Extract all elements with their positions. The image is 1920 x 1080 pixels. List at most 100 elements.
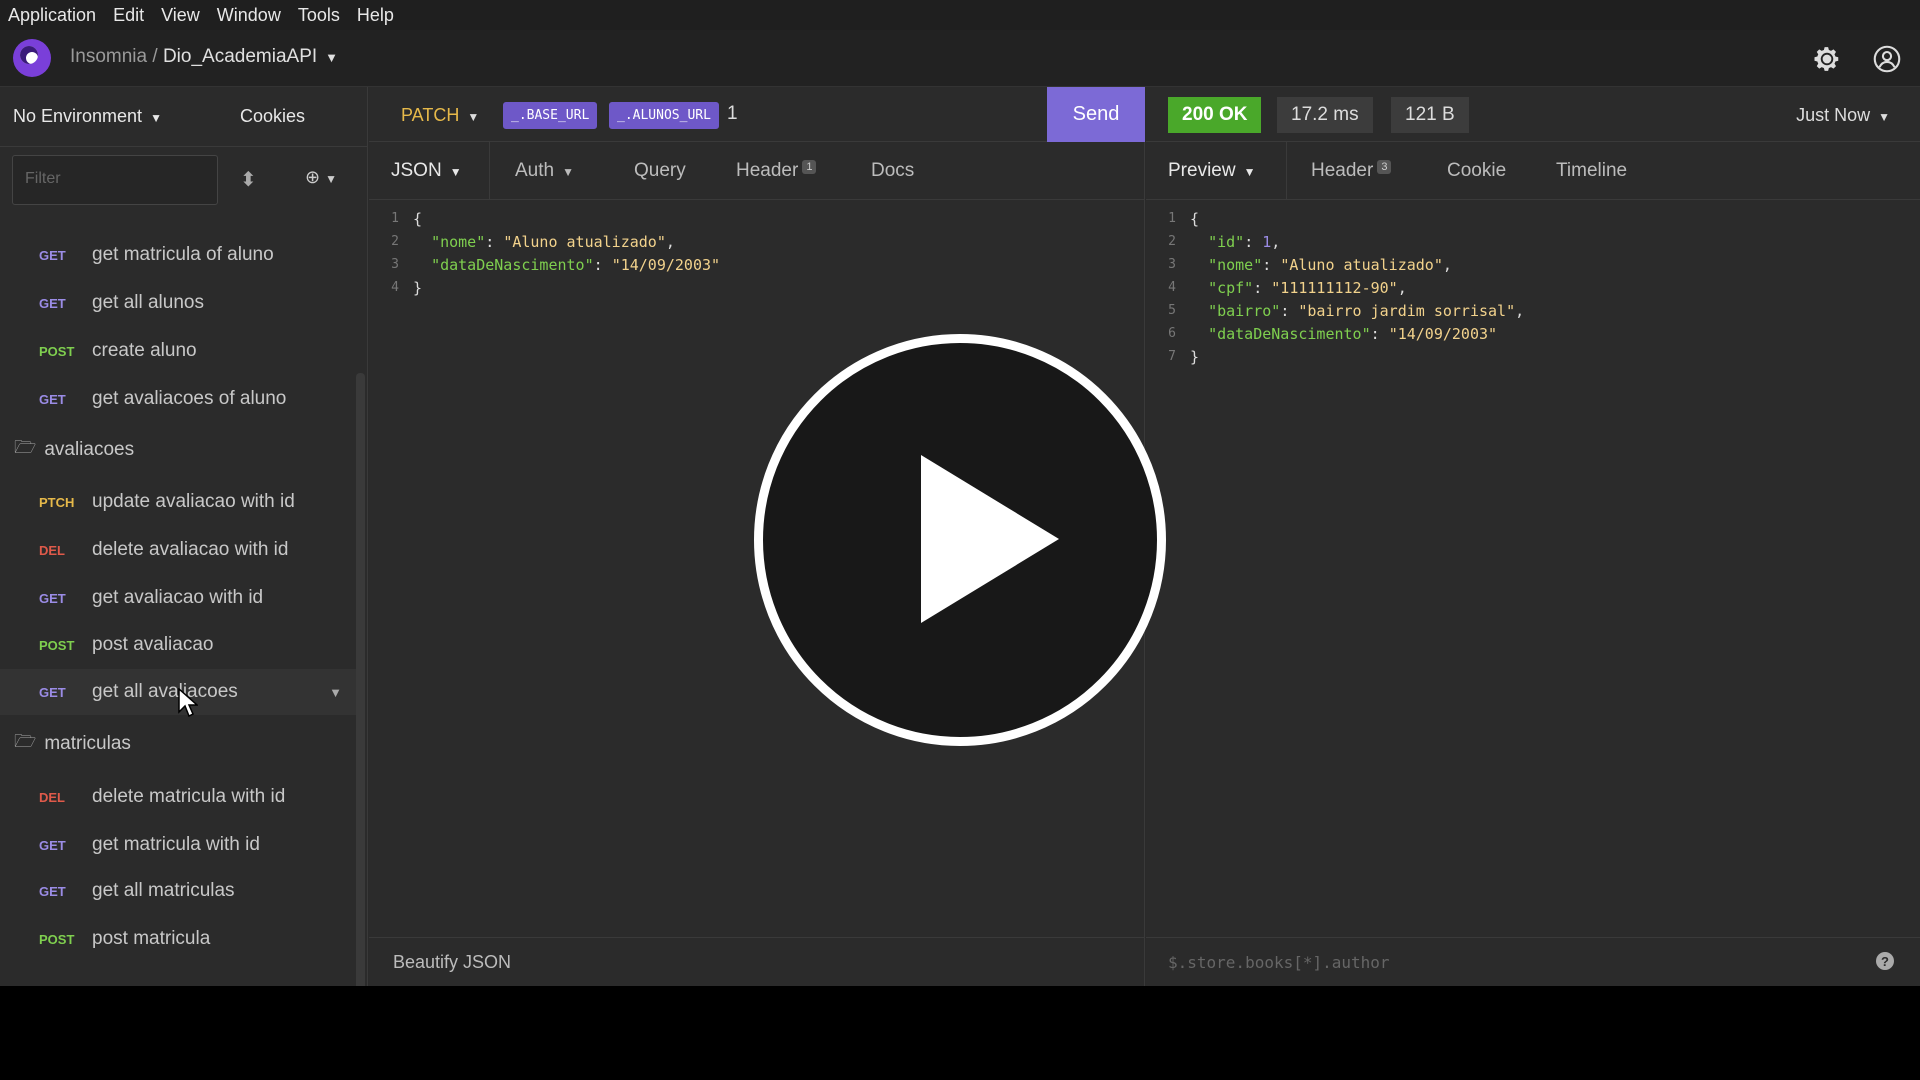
code-token: , — [1271, 232, 1281, 251]
method-badge: PTCH — [39, 494, 75, 510]
menu-view[interactable]: View — [161, 5, 200, 26]
code-token: , — [665, 232, 675, 251]
json-value: "Aluno atualizado" — [503, 232, 666, 251]
json-key: "nome" — [1208, 255, 1263, 274]
sidebar-scrollbar[interactable] — [356, 373, 365, 986]
tab-query[interactable]: Query — [634, 160, 686, 182]
sidebar-request[interactable]: GET get avaliacoes of aluno — [0, 376, 356, 422]
menu-help[interactable]: Help — [357, 5, 394, 26]
response-filter-input[interactable]: $.store.books[*].author — [1146, 937, 1920, 986]
code-line: 5 "bairro": "bairro jardim sorrisal", — [1146, 299, 1524, 322]
line-number: 3 — [1168, 257, 1176, 272]
tab-auth[interactable]: Auth ▼ — [515, 160, 574, 182]
response-pane: 200 OK 17.2 ms 121 B Just Now ▼ Preview ▼ … — [1146, 87, 1920, 986]
sidebar-request[interactable]: GET get all matriculas — [0, 868, 356, 914]
tab-preview[interactable]: Preview ▼ — [1168, 160, 1255, 182]
response-body-viewer[interactable]: 1{ 2 "id": 1, 3 "nome": "Aluno atualizad… — [1146, 207, 1524, 368]
menu-application[interactable]: Application — [8, 5, 96, 26]
method-badge: GET — [39, 684, 66, 700]
sidebar-request[interactable]: GET get matricula with id — [0, 822, 356, 868]
folder-label: avaliacoes — [44, 439, 135, 460]
filter-input[interactable]: Filter — [12, 155, 218, 205]
send-button[interactable]: Send — [1047, 87, 1145, 142]
json-value: 1 — [1262, 232, 1272, 251]
line-number: 1 — [391, 211, 399, 226]
line-number: 6 — [1168, 326, 1176, 341]
tab-docs[interactable]: Docs — [871, 160, 914, 182]
chevron-down-icon: ▼ — [449, 165, 462, 179]
help-icon[interactable]: ? — [1876, 952, 1894, 970]
sidebar-request[interactable]: DEL delete avaliacao with id — [0, 527, 356, 573]
chevron-down-icon[interactable]: ▼ — [329, 685, 342, 700]
response-history-selector[interactable]: Just Now ▼ — [1796, 105, 1890, 126]
request-name: delete matricula with id — [92, 786, 286, 807]
code-line: 4} — [369, 276, 720, 299]
user-icon[interactable] — [1869, 41, 1905, 77]
sidebar-request[interactable]: PTCH update avaliacao with id — [0, 479, 356, 525]
menu-tools[interactable]: Tools — [298, 5, 340, 26]
request-tabs: JSON ▼ Auth ▼ Query Header 1 Docs — [369, 142, 1145, 200]
sidebar-request[interactable]: GET get avaliacao with id — [0, 575, 356, 621]
request-name: get all avaliacoes — [92, 681, 238, 702]
code-line: 2 "nome": "Aluno atualizado", — [369, 230, 720, 253]
header-count-badge: 3 — [1377, 160, 1392, 174]
sidebar-request[interactable]: POST create aluno — [0, 328, 356, 374]
sidebar-request[interactable]: POST post matricula — [0, 916, 356, 962]
line-number: 3 — [391, 257, 399, 272]
add-request-icon[interactable]: ⊕ ▼ — [305, 167, 337, 188]
folder-avaliacoes[interactable]: 🗁 avaliacoes — [14, 430, 134, 470]
method-badge: POST — [39, 343, 75, 359]
beautify-json-button[interactable]: Beautify JSON — [369, 937, 1145, 986]
json-value: "14/09/2003" — [611, 255, 721, 274]
code-token: , — [1515, 301, 1525, 320]
response-status-bar: 200 OK 17.2 ms 121 B Just Now ▼ — [1146, 87, 1920, 142]
sort-icon[interactable]: ⬍ — [240, 167, 257, 192]
request-name: get all matriculas — [92, 880, 235, 901]
tab-cookie[interactable]: Cookie — [1447, 160, 1506, 182]
line-number: 4 — [1168, 280, 1176, 295]
code-line: 1{ — [369, 207, 720, 230]
insomnia-logo-icon[interactable] — [13, 39, 51, 77]
code-line: 3 "dataDeNascimento": "14/09/2003" — [369, 253, 720, 276]
sidebar-request[interactable]: GET get matricula of aluno — [0, 232, 356, 278]
code-token: { — [1190, 209, 1200, 228]
url-variable-tag[interactable]: _.BASE_URL — [503, 102, 598, 129]
request-name: update avaliacao with id — [92, 491, 295, 512]
cookies-button[interactable]: Cookies — [240, 106, 305, 127]
environment-selector[interactable]: No Environment ▼ — [13, 106, 162, 127]
sidebar-request[interactable]: POST post avaliacao — [0, 622, 356, 668]
breadcrumb-app[interactable]: Insomnia — [70, 46, 147, 67]
sidebar: No Environment ▼ Cookies Filter ⬍ ⊕ ▼ GET… — [0, 87, 368, 986]
url-variable-tag[interactable]: _.ALUNOS_URL — [609, 102, 719, 129]
method-selector[interactable]: PATCH ▼ — [401, 105, 479, 126]
url-input-suffix[interactable]: 1 — [727, 103, 738, 125]
menu-edit[interactable]: Edit — [113, 5, 144, 26]
app-header: Insomnia / Dio_AcademiaAPI ▼ — [0, 30, 1920, 87]
folder-icon: 🗁 — [14, 731, 37, 751]
tab-body-json[interactable]: JSON ▼ — [391, 160, 462, 182]
breadcrumb: Insomnia / Dio_AcademiaAPI ▼ — [70, 46, 338, 68]
header-count-badge: 1 — [802, 160, 817, 174]
response-size-badge: 121 B — [1391, 97, 1469, 133]
tab-timeline[interactable]: Timeline — [1556, 160, 1627, 182]
sidebar-request[interactable]: GET get all alunos — [0, 280, 356, 326]
request-body-editor[interactable]: 1{ 2 "nome": "Aluno atualizado", 3 "data… — [369, 207, 720, 299]
method-badge: GET — [39, 295, 66, 311]
chevron-down-icon[interactable]: ▼ — [325, 50, 338, 65]
request-name: get avaliacao with id — [92, 587, 264, 608]
folder-matriculas[interactable]: 🗁 matriculas — [14, 724, 131, 764]
json-key: "cpf" — [1208, 278, 1254, 297]
breadcrumb-project[interactable]: Dio_AcademiaAPI — [163, 46, 317, 67]
menu-window[interactable]: Window — [217, 5, 281, 26]
chevron-down-icon: ▼ — [467, 110, 480, 124]
play-button[interactable] — [754, 334, 1166, 746]
gear-icon[interactable] — [1809, 41, 1845, 77]
tab-response-header[interactable]: Header 3 — [1311, 160, 1392, 182]
tab-header[interactable]: Header 1 — [736, 160, 817, 182]
request-name: delete avaliacao with id — [92, 539, 289, 560]
code-token: , — [1397, 278, 1407, 297]
sidebar-request[interactable]: DEL delete matricula with id — [0, 774, 356, 820]
folder-label: matriculas — [44, 733, 131, 754]
chevron-down-icon: ▼ — [150, 111, 162, 125]
json-key: "nome" — [431, 232, 486, 251]
